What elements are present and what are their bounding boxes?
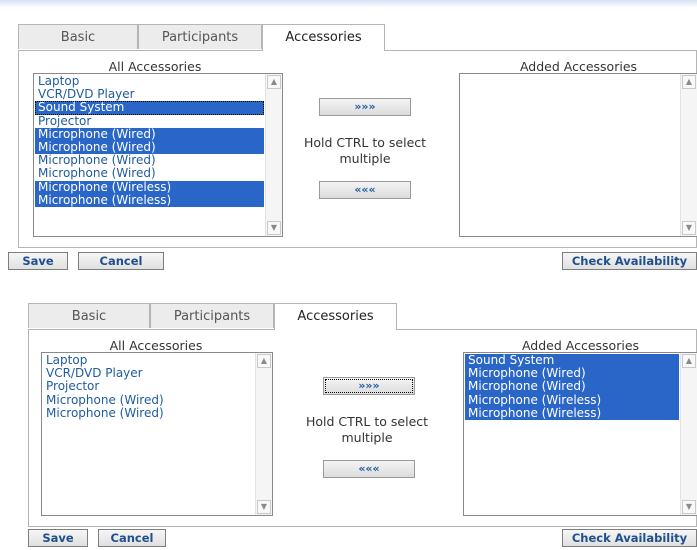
vertical-scrollbar[interactable]: ▲ ▼ (265, 74, 282, 236)
tab-participants[interactable]: Participants (138, 24, 262, 49)
scroll-down-arrow-icon[interactable]: ▼ (257, 500, 271, 514)
all-accessories-items: Laptop VCR/DVD Player Sound System Projecto… (35, 74, 264, 207)
added-accessories-title: Added Accessories (519, 59, 638, 74)
accessories-panel-before: Basic Participants Accessories All Acces… (0, 0, 697, 272)
list-item[interactable]: Sound System (35, 101, 264, 115)
check-availability-button[interactable]: Check Availability (562, 529, 697, 547)
scroll-up-arrow-icon[interactable]: ▲ (267, 75, 281, 89)
list-item[interactable]: Microphone (Wired) (465, 380, 679, 394)
accessories-content: All Accessories Laptop VCR/DVD Player Soun… (18, 50, 697, 248)
selection-hint: Hold CTRL to select multiple (287, 414, 447, 446)
accessories-panel-after: Basic Participants Accessories All Acces… (0, 279, 697, 550)
list-item[interactable]: Microphone (Wired) (43, 393, 254, 407)
list-item[interactable]: Microphone (Wired) (35, 127, 264, 141)
all-accessories-list[interactable]: Laptop VCR/DVD Player Sound System Projecto… (33, 73, 283, 237)
scroll-up-arrow-icon[interactable]: ▲ (257, 354, 271, 368)
save-button[interactable]: Save (8, 252, 68, 270)
cancel-button[interactable]: Cancel (98, 529, 166, 547)
list-item[interactable]: Microphone (Wireless) (465, 393, 679, 407)
all-accessories-list[interactable]: Laptop VCR/DVD Player Projector Microphone … (41, 352, 273, 516)
vertical-scrollbar[interactable]: ▲ ▼ (680, 353, 697, 515)
list-item[interactable]: Projector (35, 114, 264, 128)
check-availability-button[interactable]: Check Availability (562, 252, 697, 270)
hint-line-1: Hold CTRL to select (303, 135, 427, 150)
list-item[interactable]: Microphone (Wireless) (465, 406, 679, 420)
hint-line-2: multiple (339, 151, 391, 166)
vertical-scrollbar[interactable]: ▲ ▼ (255, 353, 272, 515)
list-item[interactable]: Microphone (Wireless) (35, 193, 264, 207)
tab-accessories[interactable]: Accessories (274, 303, 397, 330)
tab-basic[interactable]: Basic (28, 303, 150, 328)
tab-basic[interactable]: Basic (18, 24, 138, 49)
list-item[interactable]: Microphone (Wired) (35, 167, 264, 180)
save-button[interactable]: Save (28, 529, 88, 547)
hint-line-1: Hold CTRL to select (305, 414, 429, 429)
vertical-scrollbar[interactable]: ▲ ▼ (680, 74, 697, 236)
remove-accessories-button[interactable]: ««« (319, 181, 411, 199)
all-accessories-title: All Accessories (108, 59, 202, 74)
scroll-up-arrow-icon[interactable]: ▲ (682, 354, 696, 368)
all-accessories-title: All Accessories (109, 338, 203, 353)
scroll-down-arrow-icon[interactable]: ▼ (682, 221, 696, 235)
list-item[interactable]: Microphone (Wired) (43, 406, 254, 420)
hint-line-2: multiple (341, 430, 393, 445)
added-accessories-title: Added Accessories (521, 338, 640, 353)
added-accessories-items: Sound System Microphone (Wired) Microphone… (465, 353, 679, 420)
scroll-down-arrow-icon[interactable]: ▼ (682, 500, 696, 514)
added-accessories-list[interactable]: ▲ ▼ (459, 73, 697, 237)
scroll-up-arrow-icon[interactable]: ▲ (682, 75, 696, 89)
accessories-content: All Accessories Laptop VCR/DVD Player Proj… (28, 329, 697, 527)
list-item[interactable]: Projector (43, 380, 254, 393)
add-accessories-button[interactable]: »»» (323, 377, 415, 395)
add-accessories-button[interactable]: »»» (319, 98, 411, 116)
added-accessories-list[interactable]: Sound System Microphone (Wired) Microphone… (463, 352, 697, 516)
tab-accessories[interactable]: Accessories (262, 24, 385, 51)
scroll-down-arrow-icon[interactable]: ▼ (267, 221, 281, 235)
list-item[interactable]: Microphone (Wireless) (35, 180, 264, 194)
all-accessories-items: Laptop VCR/DVD Player Projector Microphone … (43, 353, 254, 420)
selection-hint: Hold CTRL to select multiple (285, 135, 445, 167)
cancel-button[interactable]: Cancel (78, 252, 164, 270)
tab-participants[interactable]: Participants (150, 303, 274, 328)
remove-accessories-button[interactable]: ««« (323, 460, 415, 478)
